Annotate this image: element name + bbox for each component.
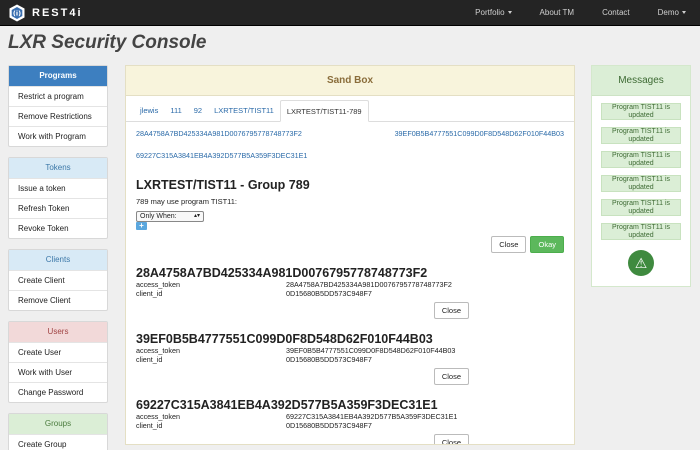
sidebar-header-clients[interactable]: Clients xyxy=(9,250,107,270)
top-navbar: (i) REST4i Portfolio About TM Contact De… xyxy=(0,0,700,26)
token-panel: 69227C315A3841EB4A392D577B5A359F3DEC31E1… xyxy=(126,398,574,444)
access-token-label: access_token xyxy=(136,412,180,421)
message-item: Program TIST11 is updated xyxy=(601,151,681,168)
add-condition-button[interactable]: + xyxy=(136,222,147,230)
sandbox-panel: Sand Box jlewis 111 92 LXRTEST/TIST11 LX… xyxy=(125,65,575,445)
close-button[interactable]: Close xyxy=(491,236,527,253)
sidebar-header-programs[interactable]: Programs xyxy=(9,66,107,86)
nav-demo[interactable]: Demo xyxy=(644,0,700,26)
message-item: Program TIST11 is updated xyxy=(601,199,681,216)
access-token-label: access_token xyxy=(136,280,180,289)
message-item: Program TIST11 is updated xyxy=(601,175,681,192)
tab-92[interactable]: 92 xyxy=(188,100,208,121)
select-arrows-icon: ▴▾ xyxy=(193,213,200,219)
client-id-value: 0D15680B5DD573C948F7 xyxy=(286,421,372,430)
messages-title: Messages xyxy=(592,66,690,96)
token-tab-links: 28A4758A7BD425334A981D0076795778748773F2… xyxy=(126,122,574,172)
tab-link-token-2[interactable]: 39EF0B5B4777551C099D0F8D548D62F010F44B03 xyxy=(395,128,564,150)
sidebar-group-users: Users Create User Work with User Change … xyxy=(8,321,108,403)
svg-text:(i): (i) xyxy=(13,10,21,18)
token-title: 69227C315A3841EB4A392D577B5A359F3DEC31E1 xyxy=(136,398,438,412)
sidebar-group-clients: Clients Create Client Remove Client xyxy=(8,249,108,311)
sidebar-item-work-with-program[interactable]: Work with Program xyxy=(9,126,107,146)
brand[interactable]: (i) REST4i xyxy=(8,4,83,22)
sidebar-item-create-group[interactable]: Create Group xyxy=(9,434,107,450)
page-title: LXR Security Console xyxy=(8,32,207,53)
group-permission-panel: LXRTEST/TIST11 - Group 789 789 may use p… xyxy=(126,178,574,254)
client-id-label: client_id xyxy=(136,355,163,364)
access-token-value: 69227C315A3841EB4A392D577B5A359F3DEC31E1 xyxy=(286,412,458,421)
sidebar-group-groups: Groups Create Group xyxy=(8,413,108,450)
tab-link-token-1[interactable]: 28A4758A7BD425334A981D0076795778748773F2 xyxy=(136,128,302,150)
message-item: Program TIST11 is updated xyxy=(601,103,681,120)
panel-title: LXRTEST/TIST11 - Group 789 xyxy=(136,178,310,192)
sandbox-title: Sand Box xyxy=(126,66,574,96)
warning-icon[interactable]: ⚠ xyxy=(628,250,654,276)
sidebar-group-tokens: Tokens Issue a token Refresh Token Revok… xyxy=(8,157,108,239)
sidebar-item-revoke-token[interactable]: Revoke Token xyxy=(9,218,107,238)
message-item: Program TIST11 is updated xyxy=(601,127,681,144)
sidebar-item-restrict-program[interactable]: Restrict a program xyxy=(9,86,107,106)
sidebar-item-remove-client[interactable]: Remove Client xyxy=(9,290,107,310)
sidebar-item-issue-token[interactable]: Issue a token xyxy=(9,178,107,198)
client-id-value: 0D15680B5DD573C948F7 xyxy=(286,355,372,364)
tab-jlewis[interactable]: jlewis xyxy=(134,100,164,121)
brand-logo-icon: (i) xyxy=(9,4,25,22)
sidebar-item-change-password[interactable]: Change Password xyxy=(9,382,107,402)
nav-contact[interactable]: Contact xyxy=(588,0,644,26)
condition-select[interactable]: Only When: ▴▾ xyxy=(136,211,204,222)
token-title: 28A4758A7BD425334A981D0076795778748773F2 xyxy=(136,266,428,280)
tab-lxrtest-tist11[interactable]: LXRTEST/TIST11 xyxy=(208,100,280,121)
sandbox-tabs: jlewis 111 92 LXRTEST/TIST11 LXRTEST/TIS… xyxy=(126,100,574,122)
permission-message: 789 may use program TIST11: xyxy=(136,197,238,206)
tab-111[interactable]: 111 xyxy=(164,100,187,121)
access-token-label: access_token xyxy=(136,346,180,355)
sidebar: Programs Restrict a program Remove Restr… xyxy=(8,65,108,450)
sidebar-header-tokens[interactable]: Tokens xyxy=(9,158,107,178)
okay-button[interactable]: Okay xyxy=(530,236,564,253)
access-token-value: 39EF0B5B4777551C099D0F8D548D62F010F44B03 xyxy=(286,346,456,355)
sidebar-item-work-with-user[interactable]: Work with User xyxy=(9,362,107,382)
messages-panel: Messages Program TIST11 is updated Progr… xyxy=(591,65,691,287)
client-id-value: 0D15680B5DD573C948F7 xyxy=(286,289,372,298)
access-token-value: 28A4758A7BD425334A981D0076795778748773F2 xyxy=(286,280,452,289)
sidebar-item-create-client[interactable]: Create Client xyxy=(9,270,107,290)
token-title: 39EF0B5B4777551C099D0F8D548D62F010F44B03 xyxy=(136,332,433,346)
tab-link-token-3[interactable]: 69227C315A3841EB4A392D577B5A359F3DEC31E1 xyxy=(136,150,307,172)
sidebar-item-create-user[interactable]: Create User xyxy=(9,342,107,362)
caret-down-icon xyxy=(507,11,512,15)
message-item: Program TIST11 is updated xyxy=(601,223,681,240)
nav-portfolio[interactable]: Portfolio xyxy=(461,0,525,26)
caret-down-icon xyxy=(682,11,686,15)
close-button[interactable]: Close xyxy=(433,434,469,444)
nav-about-tm[interactable]: About TM xyxy=(526,0,589,26)
close-button[interactable]: Close xyxy=(433,368,469,385)
sidebar-item-remove-restrictions[interactable]: Remove Restrictions xyxy=(9,106,107,126)
tab-lxrtest-tist11-789[interactable]: LXRTEST/TIST11-789 xyxy=(279,100,369,122)
token-panel: 39EF0B5B4777551C099D0F8D548D62F010F44B03… xyxy=(126,332,574,386)
sidebar-header-users[interactable]: Users xyxy=(9,322,107,342)
token-panel: 28A4758A7BD425334A981D0076795778748773F2… xyxy=(126,266,574,320)
sidebar-item-refresh-token[interactable]: Refresh Token xyxy=(9,198,107,218)
client-id-label: client_id xyxy=(136,421,163,430)
brand-name: REST4i xyxy=(32,7,83,19)
close-button[interactable]: Close xyxy=(433,302,469,319)
sidebar-group-programs: Programs Restrict a program Remove Restr… xyxy=(8,65,108,147)
sidebar-header-groups[interactable]: Groups xyxy=(9,414,107,434)
client-id-label: client_id xyxy=(136,289,163,298)
